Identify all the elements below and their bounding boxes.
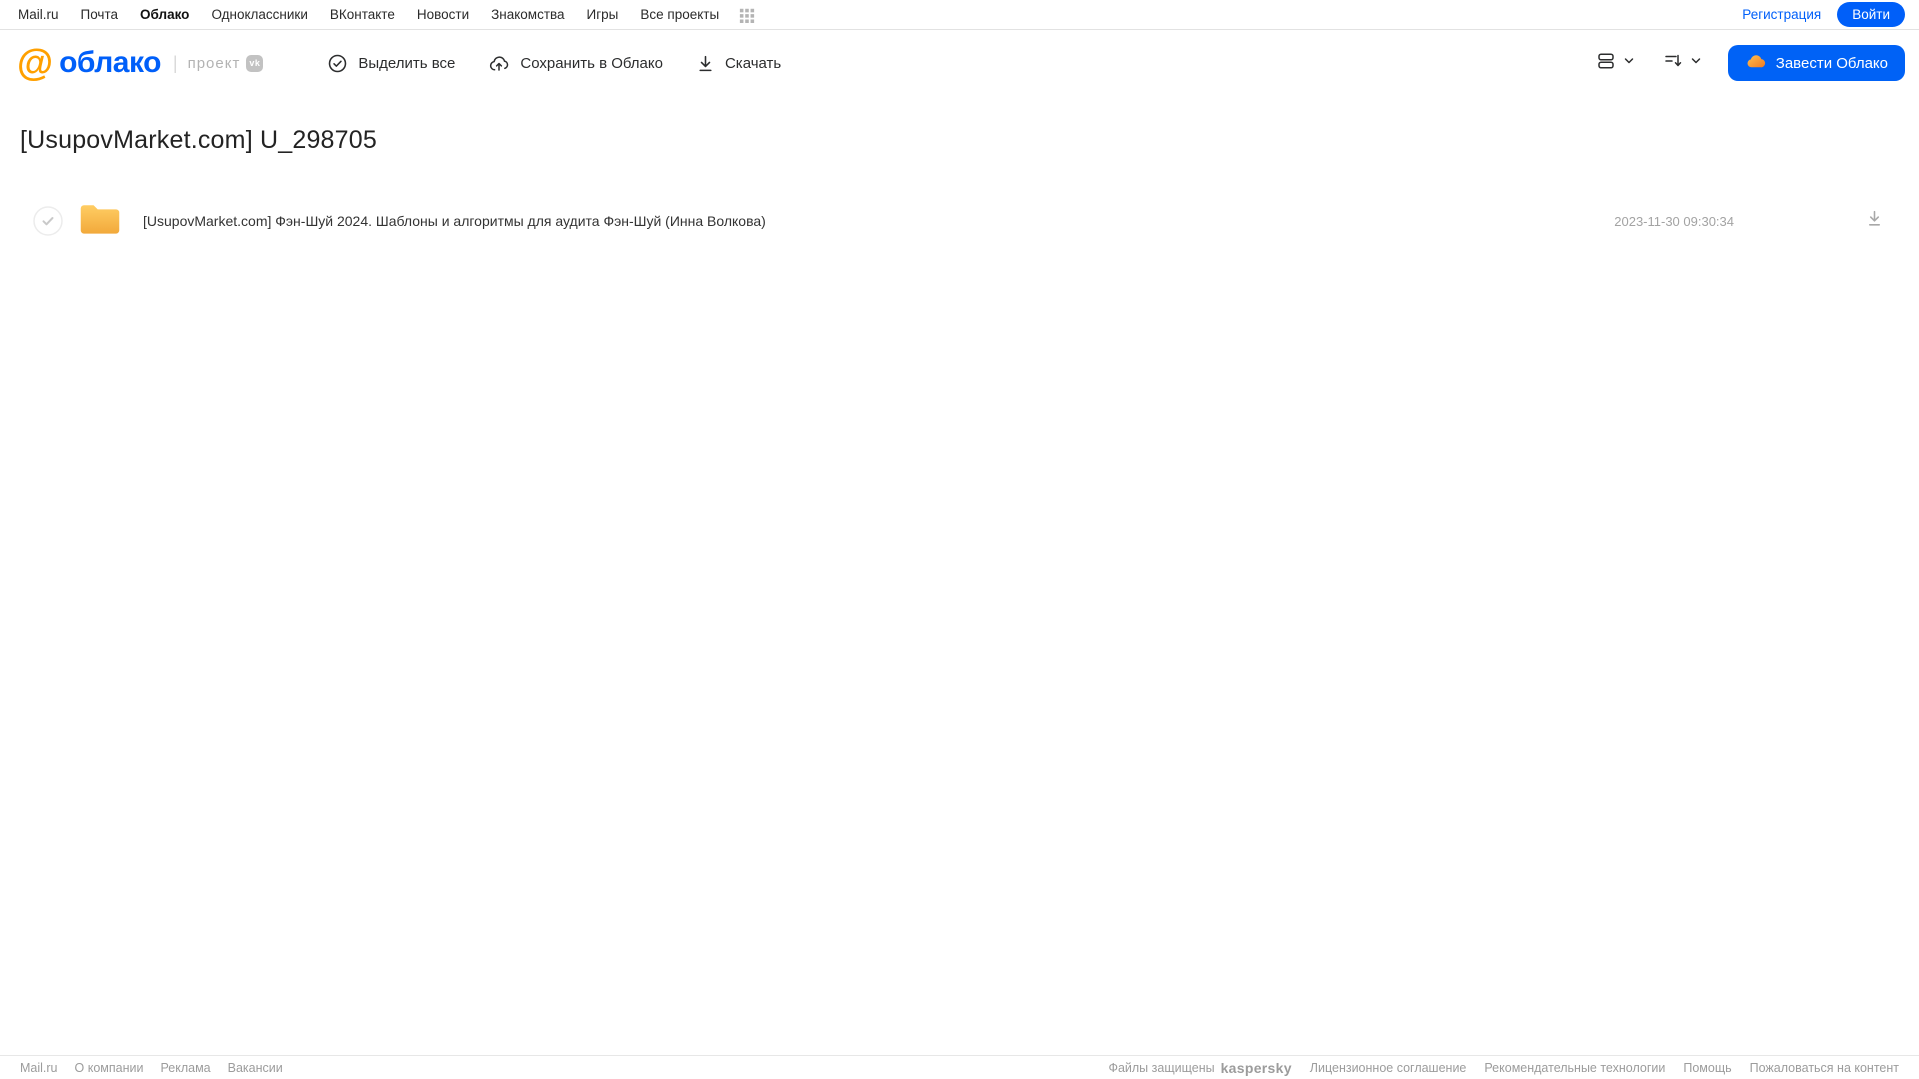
cloud-icon (1745, 52, 1767, 74)
check-circle-icon (327, 53, 348, 74)
footer-link-mailru[interactable]: Mail.ru (20, 1061, 58, 1075)
footer-link-company[interactable]: О компании (75, 1061, 144, 1075)
file-checkbox[interactable] (33, 206, 63, 236)
topnav-item-news[interactable]: Новости (417, 7, 469, 22)
select-all-button[interactable]: Выделить все (327, 53, 455, 74)
cloud-header: @ облако | проект vk Выделить все Сохран… (0, 30, 1919, 96)
mailru-at-icon: @ (17, 41, 54, 83)
footer-link-help[interactable]: Помощь (1683, 1061, 1731, 1075)
file-toolbar: Выделить все Сохранить в Облако Скачать (327, 53, 814, 74)
topnav-item-odnoklassniki[interactable]: Одноклассники (211, 7, 307, 22)
view-mode-icon (1596, 51, 1616, 76)
file-row[interactable]: [UsupovMarket.com] Фэн-Шуй 2024. Шаблоны… (20, 197, 1899, 245)
topnav-item-games[interactable]: Игры (587, 7, 619, 22)
cloud-logo[interactable]: @ облако | проект vk (17, 41, 264, 83)
topnav-item-dating[interactable]: Знакомства (491, 7, 564, 22)
portal-nav: Mail.ru Почта Облако Одноклассники ВКонт… (18, 7, 741, 22)
chevron-down-icon (1690, 54, 1702, 72)
file-name[interactable]: [UsupovMarket.com] Фэн-Шуй 2024. Шаблоны… (143, 213, 766, 229)
download-label: Скачать (724, 54, 782, 72)
topnav-item-mail[interactable]: Почта (81, 7, 119, 22)
footer-link-ads[interactable]: Реклама (160, 1061, 210, 1075)
save-to-cloud-label: Сохранить в Облако (520, 54, 663, 72)
footer-link-recommendation-tech[interactable]: Рекомендательные технологии (1484, 1061, 1665, 1075)
kaspersky-protection: Файлы защищены kaspersky (1108, 1060, 1291, 1076)
view-mode-dropdown[interactable] (1596, 51, 1635, 76)
apps-grid-icon[interactable] (739, 7, 755, 23)
view-controls (1596, 51, 1702, 76)
save-to-cloud-button[interactable]: Сохранить в Облако (488, 53, 663, 74)
page-title: [UsupovMarket.com] U_298705 (20, 126, 377, 154)
footer-left-links: Mail.ru О компании Реклама Вакансии (20, 1061, 283, 1075)
sort-dropdown[interactable] (1663, 51, 1702, 76)
kaspersky-logo[interactable]: kaspersky (1221, 1060, 1292, 1076)
cloud-upload-icon (488, 53, 510, 74)
download-button[interactable]: Скачать (696, 54, 781, 73)
chevron-down-icon (1623, 54, 1635, 72)
footer-link-report-content[interactable]: Пожаловаться на контент (1750, 1061, 1899, 1075)
project-label: проект (187, 54, 241, 72)
file-date: 2023-11-30 09:30:34 (1614, 213, 1734, 229)
topnav-item-all-projects[interactable]: Все проекты (640, 7, 719, 22)
create-cloud-button[interactable]: Завести Облако (1727, 45, 1905, 81)
footer-link-license[interactable]: Лицензионное соглашение (1310, 1061, 1467, 1075)
registration-link[interactable]: Регистрация (1742, 7, 1821, 22)
file-download-icon[interactable] (1864, 208, 1885, 234)
folder-icon (78, 200, 122, 242)
select-all-label: Выделить все (358, 54, 456, 72)
files-protected-label: Файлы защищены (1108, 1060, 1215, 1075)
sort-icon (1663, 51, 1683, 76)
footer-right-links: Файлы защищены kaspersky Лицензионное со… (1108, 1060, 1899, 1076)
top-portal-bar: Mail.ru Почта Облако Одноклассники ВКонт… (0, 0, 1919, 30)
vk-badge-icon: vk (246, 54, 264, 72)
topnav-item-vkontakte[interactable]: ВКонтакте (330, 7, 395, 22)
create-cloud-label: Завести Облако (1775, 54, 1888, 72)
logo-divider: | (172, 52, 178, 73)
footer-link-jobs[interactable]: Вакансии (228, 1061, 283, 1075)
footer: Mail.ru О компании Реклама Вакансии Файл… (0, 1055, 1919, 1079)
main-content: [UsupovMarket.com] U_298705 [UsupovMarke… (0, 126, 1919, 245)
topnav-item-cloud[interactable]: Облако (140, 7, 189, 22)
download-icon (696, 54, 715, 73)
topnav-item-mailru[interactable]: Mail.ru (18, 7, 59, 22)
login-button[interactable]: Войти (1837, 2, 1905, 27)
cloud-logo-text: облако (59, 46, 161, 79)
